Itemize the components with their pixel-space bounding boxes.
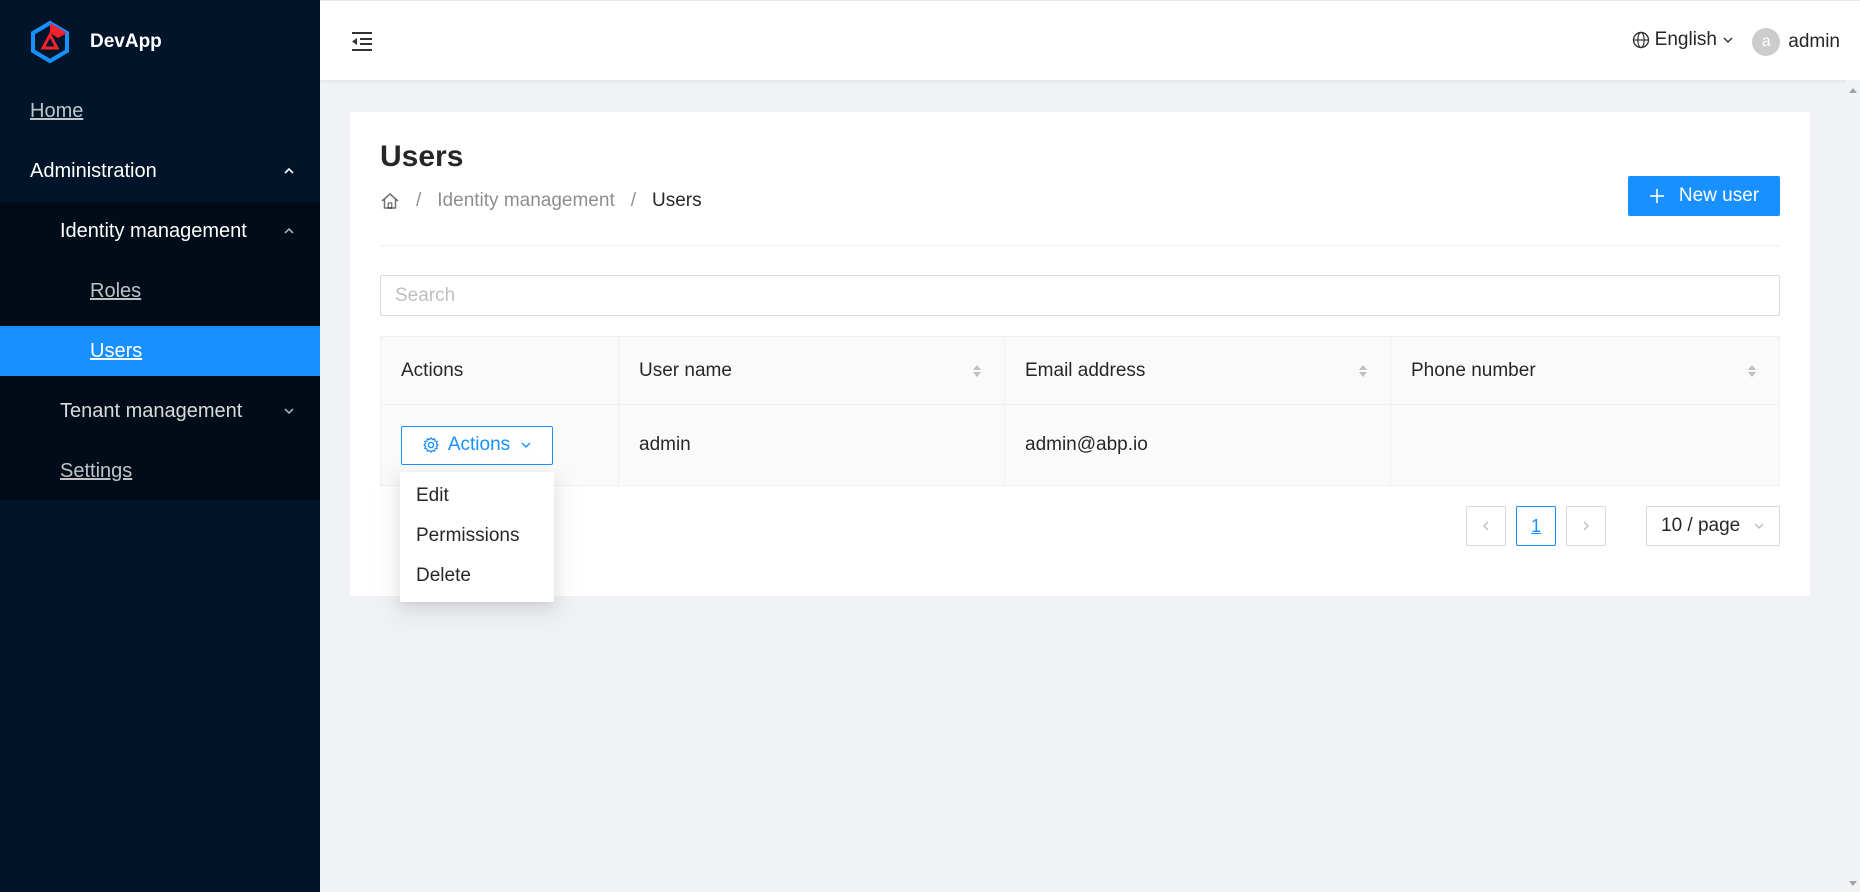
sidebar-item-label: Identity management [60,219,247,242]
scrollbar[interactable] [1846,80,1860,892]
prev-page-button[interactable] [1466,506,1506,546]
table-cell-phone [1391,405,1779,485]
chevron-down-icon [521,442,531,448]
table-cell-email: admin@abp.io [1005,405,1391,485]
dropdown-item-delete[interactable]: Delete [400,556,554,596]
sidebar-item-settings[interactable]: Settings [0,446,320,496]
column-header-phone-number[interactable]: Phone number [1391,337,1779,404]
users-table: Actions User name Email address Phone nu… [380,336,1780,486]
sidebar-item-home[interactable]: Home [0,86,320,136]
scroll-up-arrow[interactable] [1849,88,1857,93]
new-user-button[interactable]: New user [1628,176,1780,216]
page-size-label: 10 / page [1661,515,1741,536]
breadcrumb-item[interactable]: Identity management [437,190,614,212]
language-label: English [1654,29,1717,50]
next-page-button[interactable] [1566,506,1606,546]
sidebar-item-roles[interactable]: Roles [0,266,320,316]
chevron-down-icon [1754,523,1764,529]
chevron-up-icon [284,167,294,174]
chevron-down-icon [1723,37,1733,43]
avatar: a [1752,28,1781,56]
page-title: Users [380,140,464,173]
actions-dropdown-button[interactable]: Actions [401,425,553,465]
breadcrumb: / Identity management / Users [380,190,702,212]
breadcrumb-current: Users [652,190,702,211]
sidebar: DevApp Home Administration Identity mana… [0,0,320,892]
divider [380,245,1780,246]
sidebar-item-label: Home [30,99,84,122]
language-selector[interactable]: English [1632,29,1734,51]
menu-fold-icon[interactable] [350,29,374,53]
sidebar-item-label: Settings [60,459,133,482]
user-name: admin [1788,31,1840,52]
pagination: 1 10 / page [1456,506,1780,546]
sidebar-item-tenant-management[interactable]: Tenant management [0,386,320,436]
sidebar-item-administration[interactable]: Administration [0,146,320,196]
sidebar-item-label: Roles [90,279,142,302]
page-size-select[interactable]: 10 / page [1646,506,1780,546]
gear-icon [422,436,439,454]
page-1-button[interactable]: 1 [1516,506,1556,546]
chevron-down-icon [284,408,294,415]
app-name: DevApp [90,31,162,52]
sort-icon[interactable] [1358,363,1368,379]
scroll-down-arrow[interactable] [1849,881,1857,886]
breadcrumb-separator: / [630,190,637,211]
user-menu[interactable]: a admin [1752,28,1840,56]
users-card: Users / Identity management / Users New … [350,112,1810,596]
column-header-email-address[interactable]: Email address [1005,337,1391,404]
actions-dropdown-menu: Edit Permissions Delete [400,472,554,602]
dropdown-item-edit[interactable]: Edit [400,476,554,516]
sort-icon[interactable] [1747,363,1757,379]
sidebar-item-label: Users [90,339,143,362]
actions-label: Actions [447,434,511,455]
search-input[interactable] [380,275,1780,316]
globe-icon [1632,31,1649,49]
plus-icon [1649,189,1664,203]
dropdown-item-permissions[interactable]: Permissions [400,516,554,556]
table-cell-user-name: admin [619,405,1005,485]
chevron-up-icon [284,227,294,234]
home-icon[interactable] [380,191,400,211]
sidebar-item-label: Tenant management [60,399,243,422]
column-header-actions: Actions [381,337,619,404]
column-header-user-name[interactable]: User name [619,337,1005,404]
table-header: Actions User name Email address Phone nu… [381,337,1779,405]
right-icon [1583,521,1589,531]
brand[interactable]: DevApp [0,0,320,84]
sort-icon[interactable] [972,363,982,379]
breadcrumb-separator: / [416,190,422,211]
app-logo-icon [31,20,69,64]
sidebar-item-users[interactable]: Users [0,326,320,376]
new-user-label: New user [1678,185,1760,206]
top-header: English a admin [320,0,1860,80]
sidebar-item-identity-management[interactable]: Identity management [0,206,320,256]
table-row: Actions admin admin@abp.io [381,405,1779,485]
sidebar-item-label: Administration [30,159,157,182]
left-icon [1483,521,1489,531]
